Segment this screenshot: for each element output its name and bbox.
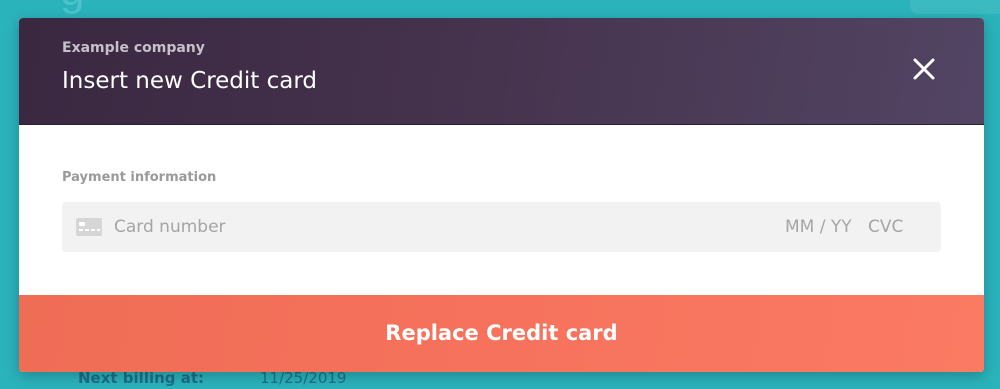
payment-information-label: Payment information (62, 170, 217, 185)
cvc-input[interactable]: CVC (868, 217, 903, 237)
credit-card-icon (76, 218, 102, 236)
modal-body: Payment information Card number MM / YY … (19, 125, 984, 295)
modal-title: Insert new Credit card (62, 68, 317, 94)
card-input-field[interactable]: Card number MM / YY CVC (62, 202, 941, 252)
replace-credit-card-button[interactable]: Replace Credit card (19, 295, 984, 372)
background-heading: g (60, 0, 84, 16)
close-button[interactable] (907, 52, 941, 86)
expiry-input[interactable]: MM / YY (785, 217, 852, 237)
credit-card-modal: Example company Insert new Credit card P… (19, 18, 984, 372)
background-card (910, 0, 1000, 14)
company-name: Example company (62, 40, 205, 56)
modal-header: Example company Insert new Credit card (19, 18, 984, 125)
close-icon (913, 58, 935, 80)
card-number-input[interactable]: Card number (114, 217, 226, 237)
